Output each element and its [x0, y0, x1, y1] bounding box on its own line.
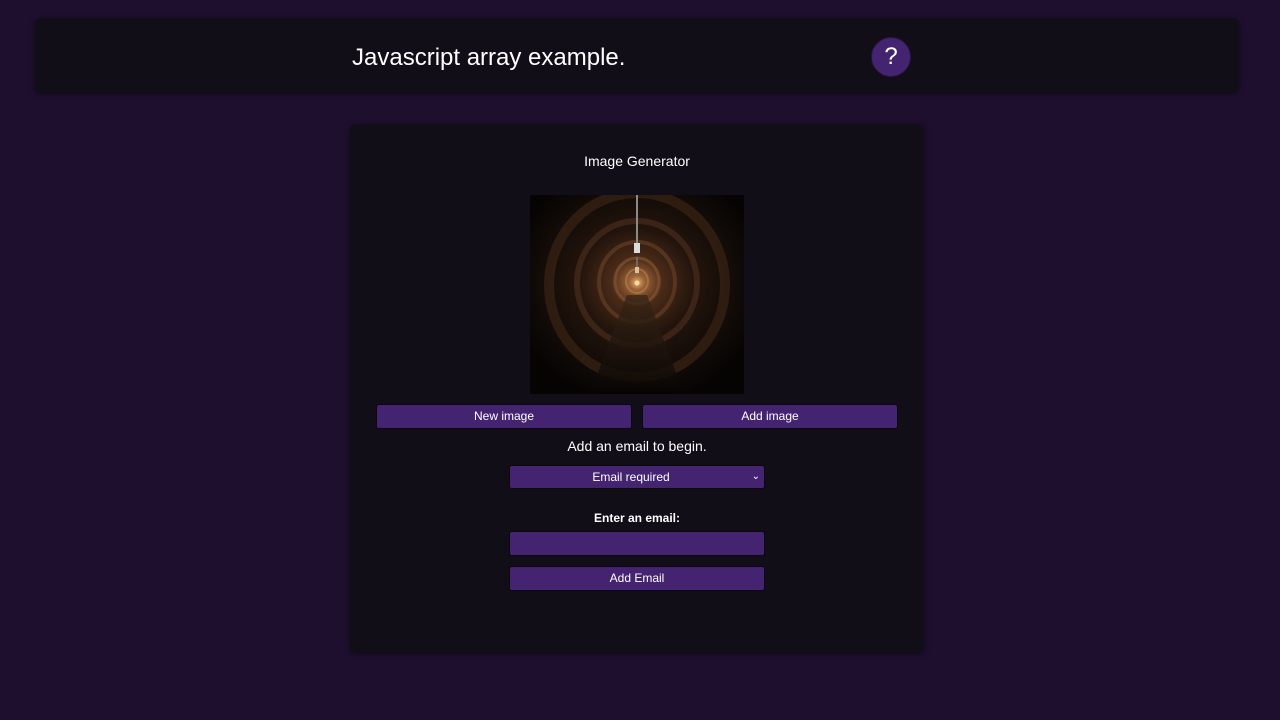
add-image-button[interactable]: Add image: [642, 404, 898, 429]
help-button[interactable]: ?: [871, 37, 911, 77]
status-message: Add an email to begin.: [567, 438, 707, 454]
header-bar: Javascript array example. ?: [35, 18, 1239, 92]
add-email-button[interactable]: Add Email: [509, 566, 765, 591]
generated-image: [530, 195, 744, 394]
image-generator-card: Image Generator New image Add image Add …: [350, 124, 924, 652]
tunnel-image: [530, 195, 744, 394]
new-image-button[interactable]: New image: [376, 404, 632, 429]
email-select[interactable]: Email required ⌄: [509, 465, 765, 489]
email-input[interactable]: [509, 531, 765, 556]
email-field-label: Enter an email:: [593, 511, 681, 525]
card-title: Image Generator: [584, 153, 690, 169]
chevron-down-icon: ⌄: [751, 471, 760, 482]
page-title: Javascript array example.: [352, 44, 626, 71]
email-select-value: Email required: [592, 470, 670, 484]
